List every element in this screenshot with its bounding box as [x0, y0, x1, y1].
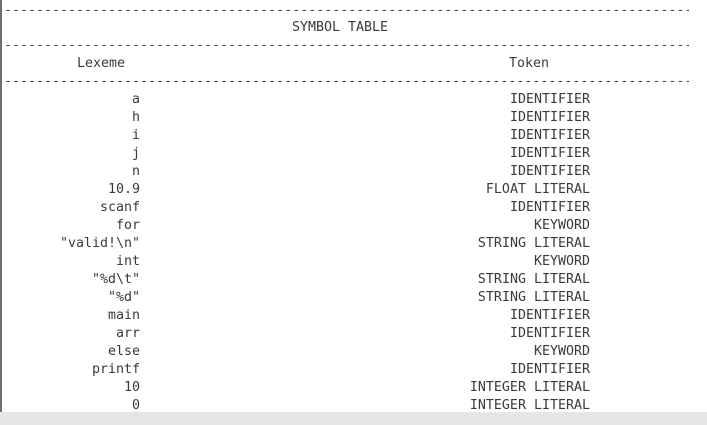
table-row: 0 INTEGER LITERAL	[2, 397, 707, 412]
table-row: scanf IDENTIFIER	[2, 199, 707, 217]
token-cell: FLOAT LITERAL	[485, 182, 590, 197]
table-row: 10 INTEGER LITERAL	[2, 379, 707, 397]
token-cell: IDENTIFIER	[509, 92, 590, 107]
table-row: a IDENTIFIER	[2, 91, 707, 109]
lexeme-cell: for	[115, 218, 140, 233]
separator-line-top: ----------------------------------------…	[4, 3, 689, 18]
lexeme-cell: "%d"	[107, 290, 140, 305]
token-cell: IDENTIFIER	[509, 146, 590, 161]
table-row: arr IDENTIFIER	[2, 325, 707, 343]
table-row: h IDENTIFIER	[2, 109, 707, 127]
separator-line-title: ----------------------------------------…	[4, 38, 689, 53]
token-cell: IDENTIFIER	[509, 164, 590, 179]
column-header-token: Token	[509, 56, 550, 71]
lexeme-cell: int	[115, 254, 140, 269]
table-row: "valid!\n" STRING LITERAL	[2, 235, 707, 253]
lexeme-cell: "%d\t"	[91, 272, 140, 287]
lexeme-cell: 0	[131, 398, 140, 412]
token-cell: IDENTIFIER	[509, 308, 590, 323]
lexeme-cell: main	[107, 308, 140, 323]
token-cell: STRING LITERAL	[477, 272, 590, 287]
terminal-output: ----------------------------------------…	[0, 0, 707, 412]
token-cell: STRING LITERAL	[477, 290, 590, 305]
separator-line-header: ----------------------------------------…	[4, 74, 689, 89]
token-cell: KEYWORD	[533, 218, 590, 233]
lexeme-cell: a	[131, 92, 140, 107]
column-header-lexeme: Lexeme	[77, 56, 126, 71]
table-row: else KEYWORD	[2, 343, 707, 361]
lexeme-cell: i	[131, 128, 140, 143]
table-row: main IDENTIFIER	[2, 307, 707, 325]
table-row: printf IDENTIFIER	[2, 361, 707, 379]
lexeme-cell: 10.9	[107, 182, 140, 197]
table-row: i IDENTIFIER	[2, 127, 707, 145]
table-row: n IDENTIFIER	[2, 163, 707, 181]
token-cell: IDENTIFIER	[509, 110, 590, 125]
table-row: 10.9 FLOAT LITERAL	[2, 181, 707, 199]
token-cell: IDENTIFIER	[509, 200, 590, 215]
lexeme-cell: h	[131, 110, 140, 125]
token-cell: INTEGER LITERAL	[469, 380, 590, 395]
token-cell: IDENTIFIER	[509, 128, 590, 143]
table-row: for KEYWORD	[2, 217, 707, 235]
table-row: int KEYWORD	[2, 253, 707, 271]
token-cell: KEYWORD	[533, 344, 590, 359]
symbol-table-title: SYMBOL TABLE	[292, 20, 389, 35]
terminal-bottom-strip	[0, 412, 707, 425]
token-cell: INTEGER LITERAL	[469, 398, 590, 412]
lexeme-cell: arr	[115, 326, 140, 341]
table-row: "%d\t" STRING LITERAL	[2, 271, 707, 289]
token-cell: KEYWORD	[533, 254, 590, 269]
token-cell: IDENTIFIER	[509, 326, 590, 341]
lexeme-cell: j	[131, 146, 140, 161]
token-cell: STRING LITERAL	[477, 236, 590, 251]
token-cell: IDENTIFIER	[509, 362, 590, 377]
lexeme-cell: n	[131, 164, 140, 179]
table-row: j IDENTIFIER	[2, 145, 707, 163]
lexeme-cell: scanf	[99, 200, 140, 215]
lexeme-cell: else	[107, 344, 140, 359]
lexeme-cell: 10	[123, 380, 140, 395]
table-row: "%d" STRING LITERAL	[2, 289, 707, 307]
lexeme-cell: printf	[91, 362, 140, 377]
lexeme-cell: "valid!\n"	[59, 236, 140, 251]
